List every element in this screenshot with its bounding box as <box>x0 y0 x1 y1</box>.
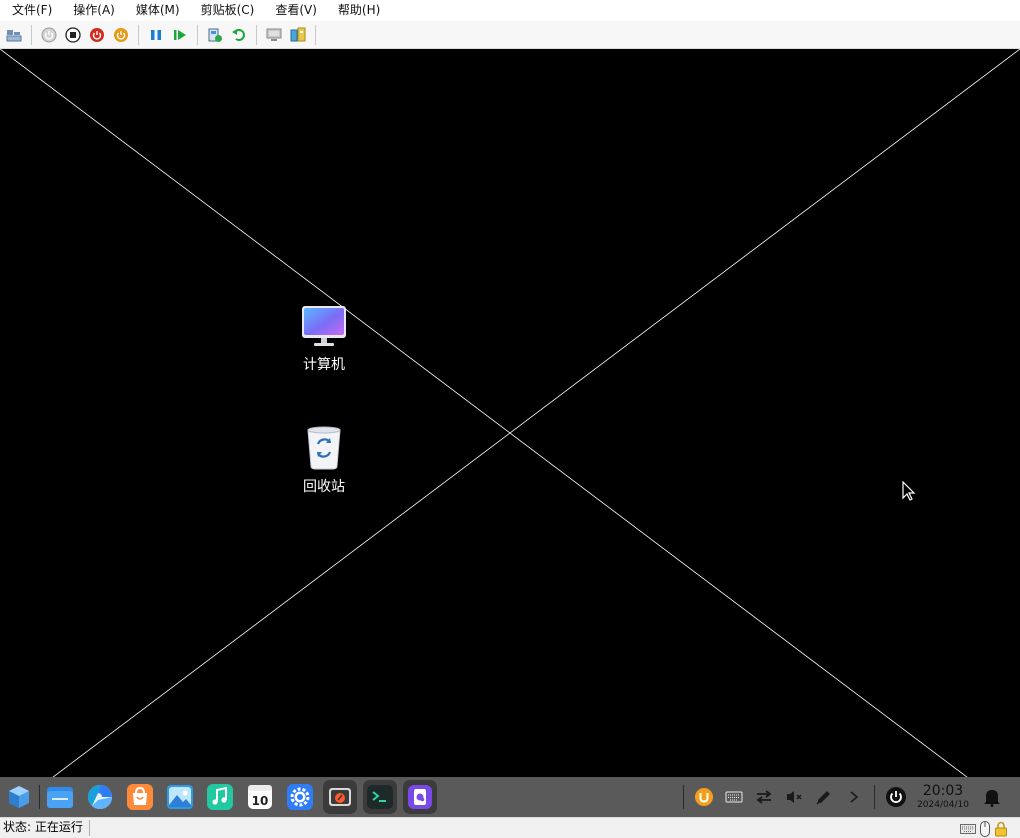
desktop-icon-label: 回收站 <box>303 479 345 495</box>
status-text: 状态: 正在运行 <box>0 820 90 836</box>
desktop-icon-label: 计算机 <box>303 357 345 373</box>
mouse-cursor-icon <box>902 481 916 501</box>
screen-cross-lines <box>0 49 1020 777</box>
file-manager-button[interactable] <box>43 780 77 814</box>
image-viewer-icon <box>167 785 193 809</box>
screen-recorder-button[interactable] <box>323 780 357 814</box>
uos-id-button[interactable] <box>692 785 716 809</box>
toolbar-separator <box>315 24 316 45</box>
turn-off-icon <box>65 26 81 43</box>
volume-button[interactable] <box>782 785 806 809</box>
pen-button[interactable] <box>812 785 836 809</box>
mouse-status-icon <box>980 821 990 837</box>
menu-media[interactable]: 媒体(M) <box>124 0 189 21</box>
power-button[interactable] <box>884 785 908 809</box>
network-button[interactable] <box>752 785 776 809</box>
revert-icon <box>232 28 245 41</box>
menu-help[interactable]: 帮助(H) <box>326 0 389 21</box>
ctrl-alt-del-icon <box>6 29 22 41</box>
lock-status-icon <box>995 821 1007 837</box>
uos-id-icon <box>695 788 713 806</box>
taskbar: 10 20:03 2024/04/10 <box>0 777 1020 817</box>
notification-button[interactable] <box>980 785 1004 809</box>
save-icon <box>114 27 128 42</box>
vm-screen[interactable]: 计算机 回收站 <box>0 49 1020 777</box>
clock[interactable]: 20:03 2024/04/10 <box>912 783 974 811</box>
terminal-button[interactable] <box>363 780 397 814</box>
app-store-button[interactable] <box>123 780 157 814</box>
toolbar-separator <box>138 24 139 45</box>
image-viewer-button[interactable] <box>163 780 197 814</box>
clock-date: 2024/04/10 <box>917 800 969 810</box>
pen-icon <box>816 791 830 805</box>
toolbar-separator <box>197 24 198 45</box>
menu-bar: 文件(F) 操作(A) 媒体(M) 剪贴板(C) 查看(V) 帮助(H) <box>0 0 1020 21</box>
calendar-day: 10 <box>252 794 269 808</box>
menu-view[interactable]: 查看(V) <box>263 0 326 21</box>
expand-icon <box>850 791 859 803</box>
reset-button[interactable] <box>169 24 191 46</box>
toolbar-separator <box>256 24 257 45</box>
music-button[interactable] <box>203 780 237 814</box>
deepin-tool-icon <box>408 785 432 809</box>
settings-button[interactable] <box>283 780 317 814</box>
status-icons <box>960 821 1008 837</box>
menu-action[interactable]: 操作(A) <box>61 0 124 21</box>
reset-icon <box>174 29 186 40</box>
taskbar-separator <box>683 785 684 809</box>
launcher-button[interactable] <box>2 780 36 814</box>
revert-button[interactable] <box>228 24 250 46</box>
menu-clipboard[interactable]: 剪贴板(C) <box>189 0 264 21</box>
toolbar-separator <box>31 24 32 45</box>
expand-tray-button[interactable] <box>842 785 866 809</box>
network-icon <box>756 790 772 804</box>
file-manager-icon <box>47 787 73 808</box>
share-icon <box>290 27 306 41</box>
checkpoint-button[interactable] <box>204 24 226 46</box>
menu-file[interactable]: 文件(F) <box>0 0 61 21</box>
shutdown-icon <box>90 27 104 42</box>
app-store-icon <box>127 784 153 810</box>
music-icon <box>207 784 233 810</box>
start-icon <box>41 27 57 42</box>
shutdown-button[interactable] <box>86 24 108 46</box>
clock-time: 20:03 <box>922 783 964 799</box>
trash-icon <box>307 426 341 470</box>
share-button[interactable] <box>287 24 309 46</box>
taskbar-separator <box>874 785 875 809</box>
power-icon <box>886 787 906 807</box>
screen-recorder-icon <box>329 788 351 806</box>
taskbar-separator <box>39 785 40 809</box>
calendar-button[interactable]: 10 <box>243 780 277 814</box>
checkpoint-icon <box>208 28 222 42</box>
browser-button[interactable] <box>83 780 117 814</box>
status-bar: 状态: 正在运行 <box>0 817 1020 838</box>
terminal-icon <box>367 785 393 809</box>
toolbar <box>0 21 1020 49</box>
bell-icon <box>984 790 1000 807</box>
settings-icon <box>287 784 313 810</box>
keyboard-status-icon <box>960 824 976 834</box>
ctrl-alt-del-button[interactable] <box>3 24 25 46</box>
pause-icon <box>151 29 161 40</box>
save-button[interactable] <box>110 24 132 46</box>
pause-button[interactable] <box>145 24 167 46</box>
enhanced-session-icon <box>266 28 282 41</box>
desktop-icon-computer[interactable]: 计算机 <box>284 304 364 374</box>
enhanced-session-button[interactable] <box>263 24 285 46</box>
browser-icon <box>87 784 113 810</box>
desktop-icon-trash[interactable]: 回收站 <box>284 424 364 496</box>
computer-icon <box>302 306 346 346</box>
keyboard-icon <box>725 791 743 803</box>
keyboard-button[interactable] <box>722 785 746 809</box>
calendar-icon: 10 <box>248 785 272 809</box>
start-button[interactable] <box>38 24 60 46</box>
turn-off-button[interactable] <box>62 24 84 46</box>
launcher-icon <box>9 786 29 808</box>
deepin-tool-button[interactable] <box>403 780 437 814</box>
volume-muted-icon <box>787 791 802 803</box>
